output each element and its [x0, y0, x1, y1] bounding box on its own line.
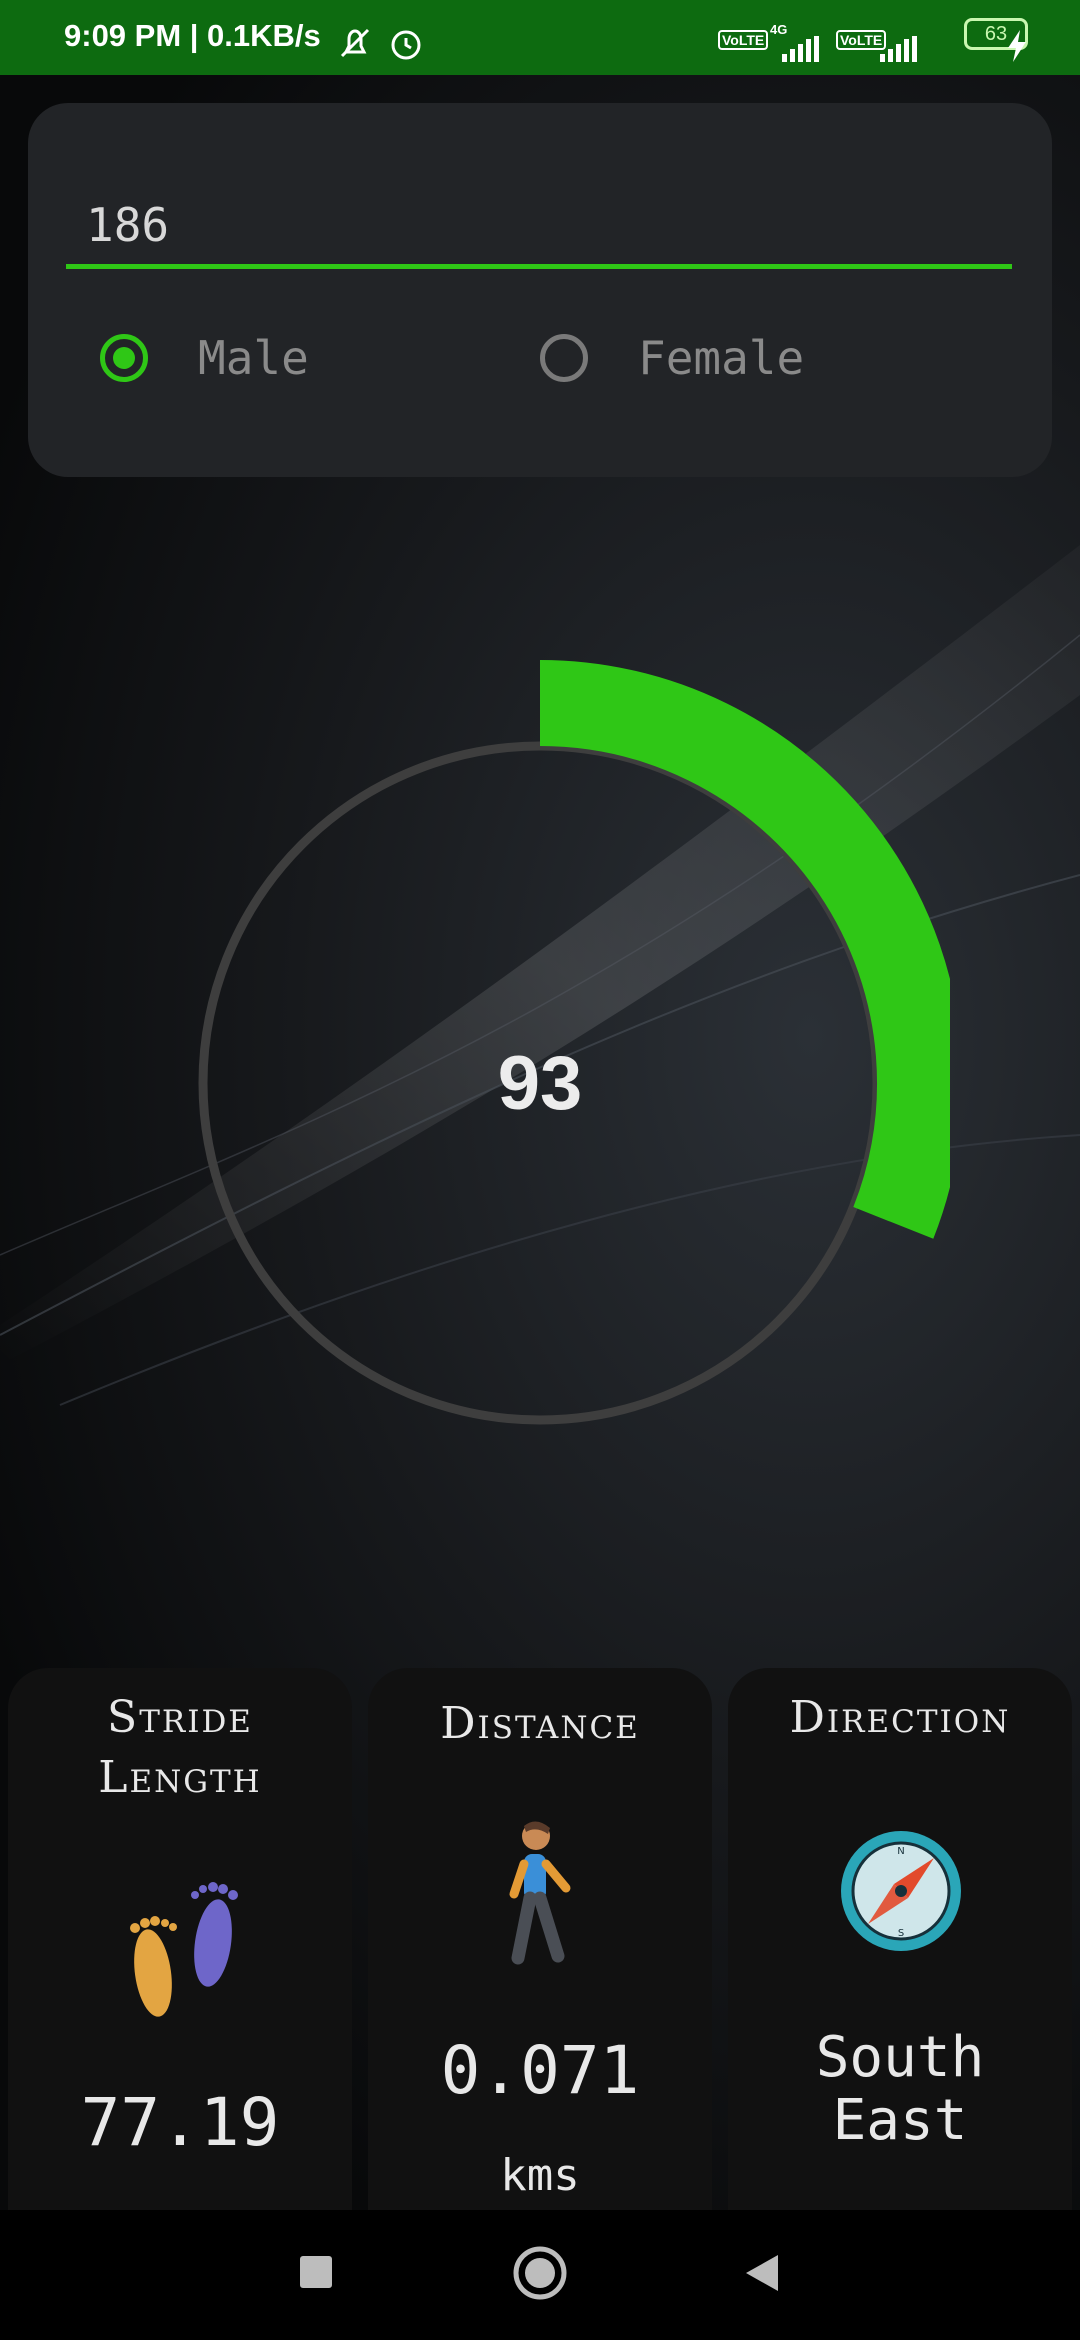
stride-title-line2: Length — [98, 1752, 262, 1803]
signal-icon-2 — [880, 36, 917, 62]
stat-card-distance: Distance 0.071 kms — [368, 1668, 712, 2220]
status-bar: 9:09 PM | 0.1KB/s VoLTE 4G VoLTE 63 — [0, 0, 1080, 75]
volte-1: VoLTE — [718, 30, 769, 50]
radio-male[interactable]: Male — [100, 330, 309, 386]
stride-value: 77.19 — [80, 2084, 280, 2161]
svg-text:N: N — [897, 1846, 904, 1857]
direction-value-line1: South — [815, 2025, 985, 2090]
svg-text:S: S — [898, 1928, 904, 1939]
compass-icon: N S — [841, 1831, 961, 1951]
status-time: 9:09 PM | 0.1KB/s — [64, 18, 321, 53]
gauge-progress — [539, 660, 950, 1239]
input-card — [28, 103, 1052, 477]
footprints-icon — [130, 1882, 238, 2017]
stride-title-line1: Stride — [107, 1692, 253, 1743]
distance-value: 0.071 — [440, 2032, 640, 2109]
mute-bell-icon — [340, 28, 370, 58]
distance-unit: kms — [500, 2150, 580, 2201]
home-button[interactable] — [512, 2245, 568, 2301]
radio-circle-male — [100, 334, 148, 382]
direction-value-line2: East — [832, 2088, 968, 2153]
stat-card-direction: Direction N S South East — [728, 1668, 1072, 2220]
radio-female[interactable]: Female — [540, 330, 804, 386]
radio-circle-female — [540, 334, 588, 382]
network-type: 4G — [770, 22, 788, 37]
distance-title: Distance — [440, 1698, 640, 1749]
stat-card-stride: Stride Length 77.19 — [8, 1668, 352, 2220]
recents-button[interactable] — [299, 2255, 333, 2289]
gauge-value: 93 — [497, 1041, 583, 1126]
navigation-bar — [0, 2210, 1080, 2340]
radio-label-male: Male — [198, 331, 309, 385]
signal-icon — [782, 36, 819, 62]
radio-label-female: Female — [638, 331, 805, 385]
direction-title: Direction — [789, 1692, 1011, 1743]
volte-2: VoLTE — [836, 30, 887, 50]
back-button[interactable] — [742, 2253, 780, 2293]
charging-icon — [1008, 30, 1026, 62]
height-input[interactable] — [66, 185, 1012, 269]
alarm-icon — [391, 30, 421, 60]
walking-person-icon — [509, 1821, 571, 1965]
